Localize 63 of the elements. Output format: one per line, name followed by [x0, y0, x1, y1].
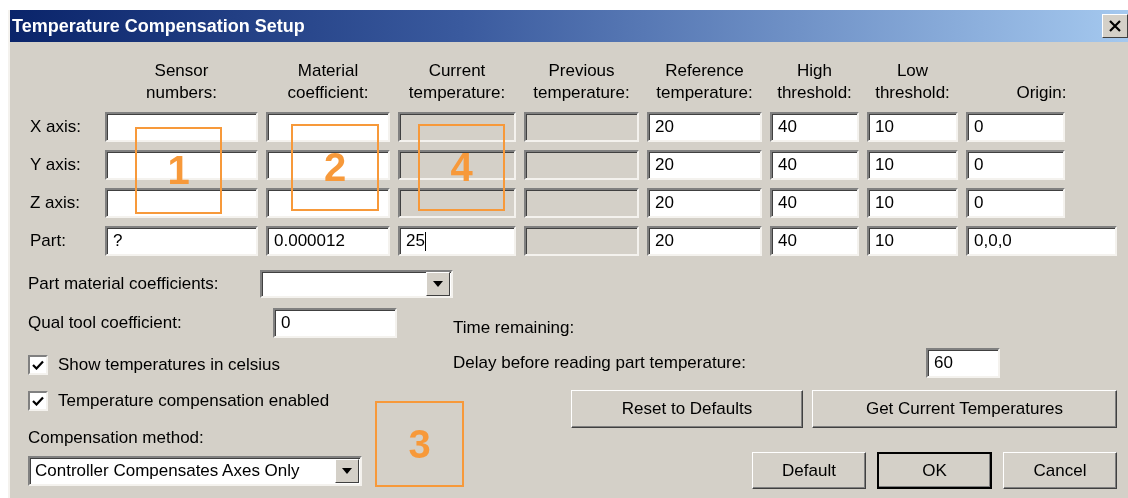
input-field[interactable]: 40 [770, 188, 859, 218]
status-label: Time remaining: [453, 318, 576, 338]
input-field[interactable]: 10 [867, 226, 958, 256]
input-field[interactable]: 20 [647, 150, 762, 180]
dropdown[interactable]: Controller Compensates Axes Only [28, 456, 362, 486]
input-field[interactable]: 0.000012 [266, 226, 390, 256]
dialog-button[interactable]: OK [877, 452, 992, 489]
column-header: Reference temperature: [655, 60, 754, 104]
input-field[interactable]: 10 [867, 188, 958, 218]
input-field[interactable]: 25 [398, 226, 516, 256]
action-button[interactable]: Get Current Temperatures [812, 390, 1117, 428]
dialog-button[interactable]: Cancel [1003, 452, 1117, 489]
window-title: Temperature Compensation Setup [12, 15, 305, 37]
action-button[interactable]: Reset to Defaults [571, 390, 803, 428]
input-field[interactable] [105, 188, 258, 218]
input-field[interactable]: 40 [770, 226, 859, 256]
input-field[interactable]: 60 [926, 348, 1000, 378]
input-field[interactable]: ? [105, 226, 258, 256]
input-field[interactable]: 20 [647, 112, 762, 142]
field-label: Part material coefficients: [28, 274, 220, 294]
input-field[interactable] [266, 150, 390, 180]
dialog-button[interactable]: Default [752, 452, 866, 489]
input-field[interactable]: 0 [966, 112, 1065, 142]
column-header: Material coefficient: [286, 60, 370, 104]
input-field[interactable]: 10 [867, 150, 958, 180]
callout-box: 2 [291, 124, 379, 211]
input-field[interactable] [266, 188, 390, 218]
row-label: Y axis: [30, 155, 82, 175]
input-field[interactable]: 0 [966, 150, 1065, 180]
checkbox-label: Show temperatures in celsius [58, 355, 281, 375]
column-header: Current temperature: [407, 60, 507, 104]
input-field[interactable]: 40 [770, 150, 859, 180]
close-icon [1108, 20, 1122, 32]
column-header: High threshold: [776, 60, 853, 104]
column-header: Previous temperature: [532, 60, 631, 104]
row-label: Part: [30, 231, 67, 251]
input-field[interactable] [266, 112, 390, 142]
checkmark-icon [32, 396, 44, 406]
input-field[interactable]: 10 [867, 112, 958, 142]
checkbox[interactable] [28, 355, 48, 375]
row-label: Z axis: [30, 193, 82, 213]
field-label: Compensation method: [28, 428, 204, 448]
field-label: Delay before reading part temperature: [453, 353, 747, 373]
callout-box: 3 [375, 401, 464, 487]
checkmark-icon [32, 360, 44, 370]
field-label: Qual tool coefficient: [28, 313, 183, 333]
close-button[interactable] [1102, 14, 1128, 38]
checkbox-label: Temperature compensation enabled [58, 391, 330, 411]
input-field[interactable] [105, 112, 258, 142]
dropdown[interactable] [260, 270, 453, 298]
row-label: X axis: [30, 117, 83, 137]
callout-box: 1 [135, 127, 222, 214]
input-field[interactable]: 20 [647, 226, 762, 256]
column-header: Low threshold: [874, 60, 951, 104]
input-field[interactable]: 40 [770, 112, 859, 142]
callout-box: 4 [418, 124, 505, 211]
input-field[interactable]: 0 [966, 188, 1065, 218]
column-header: Origin: [1015, 82, 1068, 104]
input-field[interactable]: 0,0,0 [966, 226, 1117, 256]
checkbox[interactable] [28, 391, 48, 411]
input-field[interactable]: 20 [647, 188, 762, 218]
column-header: Sensor numbers: [145, 60, 218, 104]
input-field[interactable]: 0 [273, 308, 397, 338]
